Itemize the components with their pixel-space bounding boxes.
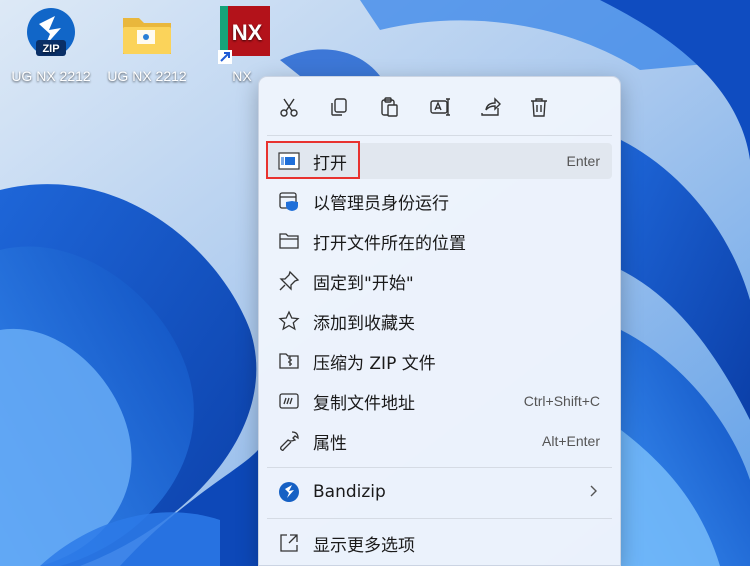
share-button[interactable] xyxy=(474,91,506,123)
menu-item-run-as-admin[interactable]: 以管理员身份运行 xyxy=(267,183,612,219)
folder-icon xyxy=(277,229,301,253)
desktop-icon-label: UG NX 2212 xyxy=(11,68,91,84)
zip-folder-icon xyxy=(277,349,301,373)
separator xyxy=(267,518,612,519)
rename-button[interactable] xyxy=(424,91,456,123)
menu-item-label: 打开 xyxy=(313,153,347,174)
menu-item-open-file-location[interactable]: 打开文件所在的位置 xyxy=(267,223,612,259)
menu-item-label: 压缩为 ZIP 文件 xyxy=(313,353,436,374)
menu-item-shortcut: Ctrl+Shift+C xyxy=(523,393,600,409)
nx-app-icon: NX xyxy=(214,6,270,64)
menu-item-copy-path[interactable]: 复制文件地址 Ctrl+Shift+C xyxy=(267,383,612,419)
separator xyxy=(267,135,612,136)
copy-button[interactable] xyxy=(323,91,355,123)
menu-item-label: 以管理员身份运行 xyxy=(313,193,449,214)
desktop-icon-folder[interactable]: UG NX 2212 xyxy=(99,6,195,84)
chevron-right-icon xyxy=(590,485,597,497)
menu-item-label: 复制文件地址 xyxy=(313,393,415,414)
star-icon xyxy=(277,309,301,333)
menu-item-show-more-options[interactable]: 显示更多选项 xyxy=(267,525,612,561)
paste-button[interactable] xyxy=(373,91,405,123)
cut-button[interactable] xyxy=(273,91,305,123)
menu-item-add-to-favorites[interactable]: 添加到收藏夹 xyxy=(267,303,612,339)
menu-item-label: 固定到"开始" xyxy=(313,273,414,294)
menu-item-pin-to-start[interactable]: 固定到"开始" xyxy=(267,263,612,299)
open-app-icon xyxy=(277,149,301,173)
rename-icon xyxy=(430,98,450,116)
menu-item-label: Bandizip xyxy=(313,482,386,502)
menu-item-shortcut: Enter xyxy=(566,153,600,169)
menu-item-bandizip[interactable]: Bandizip xyxy=(267,474,612,510)
menu-item-label: 属性 xyxy=(313,433,347,454)
menu-item-compress-zip[interactable]: 压缩为 ZIP 文件 xyxy=(267,343,612,379)
copy-path-icon xyxy=(277,389,301,413)
menu-item-properties[interactable]: 属性 Alt+Enter xyxy=(267,423,612,459)
run-as-admin-icon xyxy=(277,189,301,213)
menu-item-label: 打开文件所在的位置 xyxy=(313,233,466,254)
desktop-icon-label: UG NX 2212 xyxy=(107,68,187,84)
pin-icon xyxy=(277,269,301,293)
zip-badge: ZIP xyxy=(42,43,59,55)
copy-icon xyxy=(331,98,347,116)
menu-item-open[interactable]: 打开 Enter xyxy=(267,143,612,179)
delete-button[interactable] xyxy=(523,91,555,123)
menu-item-label: 添加到收藏夹 xyxy=(313,313,415,334)
separator xyxy=(267,467,612,468)
share-icon xyxy=(481,97,501,116)
menu-item-label: 显示更多选项 xyxy=(313,535,415,556)
cut-icon xyxy=(280,98,298,117)
context-menu: 打开 Enter 以管理员身份运行 打开文件所在的位置 固定到"开始" 添加到收… xyxy=(258,76,621,566)
paste-icon xyxy=(381,97,398,117)
more-options-icon xyxy=(277,531,301,555)
zip-file-icon: ZIP xyxy=(23,6,79,62)
delete-icon xyxy=(531,98,547,117)
wrench-icon xyxy=(277,429,301,453)
desktop-icon-nx[interactable]: NX NX xyxy=(194,6,290,84)
bandizip-icon xyxy=(277,480,301,504)
desktop-icon-zip[interactable]: ZIP UG NX 2212 xyxy=(3,6,99,84)
menu-item-shortcut: Alt+Enter xyxy=(542,433,600,449)
nx-badge: NX xyxy=(232,20,263,45)
folder-icon xyxy=(119,6,175,62)
